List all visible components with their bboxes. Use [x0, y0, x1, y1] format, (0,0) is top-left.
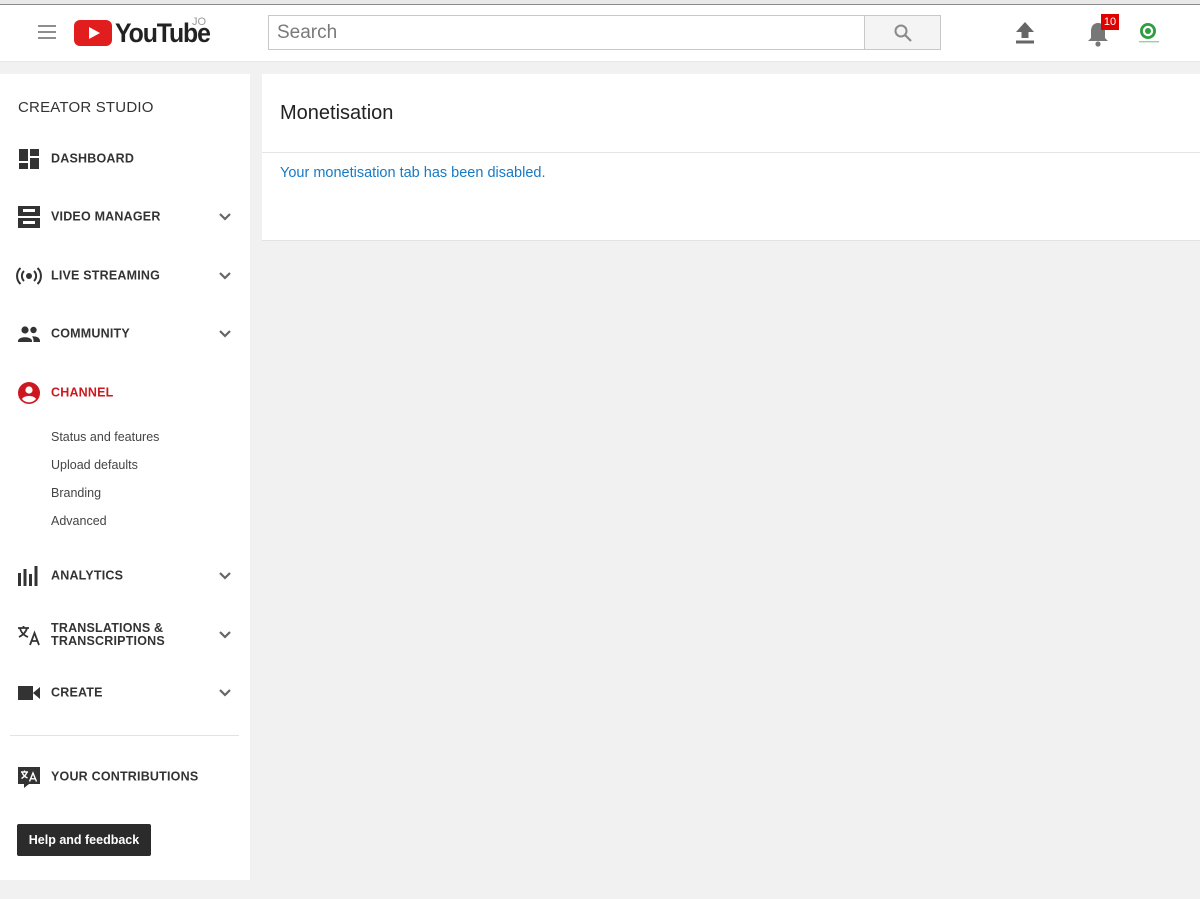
chevron-down-icon[interactable]	[218, 212, 232, 222]
community-icon	[18, 326, 40, 342]
sidebar-item-channel[interactable]: CHANNEL	[0, 373, 250, 413]
dashboard-icon	[19, 149, 39, 169]
sidebar-item-label: LIVE STREAMING	[51, 268, 161, 283]
menu-icon[interactable]	[38, 25, 56, 39]
sidebar-subitem-advanced[interactable]: Advanced	[51, 514, 107, 528]
upload-icon[interactable]	[1014, 21, 1036, 45]
sidebar-item-video-manager[interactable]: VIDEO MANAGER	[0, 197, 250, 237]
create-icon	[18, 686, 40, 700]
search-button[interactable]	[864, 15, 941, 50]
sidebar-item-community[interactable]: COMMUNITY	[0, 314, 250, 354]
page-title: Monetisation	[280, 102, 394, 124]
creator-studio-sidebar: CREATOR STUDIO DASHBOARD VIDEO MANAGER L…	[0, 74, 250, 880]
chevron-down-icon[interactable]	[218, 571, 232, 581]
sidebar-item-label: ANALYTICS	[51, 568, 124, 583]
sidebar-item-create[interactable]: CREATE	[0, 673, 250, 713]
search-input[interactable]	[268, 15, 864, 50]
monetisation-card: Monetisation Your monetisation tab has b…	[262, 74, 1200, 241]
country-code: JO	[192, 16, 207, 28]
translations-label-line2: TRANSCRIPTIONS	[51, 634, 165, 648]
sidebar-item-analytics[interactable]: ANALYTICS	[0, 556, 250, 596]
sidebar-item-label: CREATE	[51, 685, 103, 700]
youtube-play-logo-icon	[74, 20, 112, 46]
sidebar-item-label: COMMUNITY	[51, 326, 130, 341]
video-manager-icon	[18, 206, 40, 228]
sidebar-item-label: CHANNEL	[51, 385, 114, 400]
sidebar-title: CREATOR STUDIO	[18, 99, 154, 116]
channel-icon	[18, 382, 40, 404]
sidebar-subitem-branding[interactable]: Branding	[51, 486, 101, 500]
search-icon	[894, 24, 912, 42]
sidebar-item-label: TRANSLATIONS & TRANSCRIPTIONS	[51, 622, 165, 648]
chevron-down-icon[interactable]	[218, 329, 232, 339]
live-streaming-icon	[16, 267, 42, 285]
search-bar	[268, 15, 941, 50]
sidebar-item-label: YOUR CONTRIBUTIONS	[51, 769, 199, 784]
avatar[interactable]	[1136, 19, 1162, 45]
card-divider	[262, 152, 1200, 153]
contributions-translate-icon	[18, 767, 40, 788]
sidebar-item-your-contributions[interactable]: YOUR CONTRIBUTIONS	[0, 757, 250, 797]
monetisation-status-message: Your monetisation tab has been disabled.	[280, 165, 546, 181]
sidebar-item-live-streaming[interactable]: LIVE STREAMING	[0, 256, 250, 296]
translate-icon	[18, 626, 40, 646]
chevron-down-icon[interactable]	[218, 688, 232, 698]
masthead: YouTube JO 10	[0, 5, 1200, 62]
sidebar-item-label: DASHBOARD	[51, 151, 135, 166]
sidebar-subitem-status-and-features[interactable]: Status and features	[51, 430, 159, 444]
sidebar-item-label: VIDEO MANAGER	[51, 209, 161, 224]
chevron-down-icon[interactable]	[218, 630, 232, 640]
analytics-icon	[18, 566, 38, 586]
chevron-down-icon[interactable]	[218, 271, 232, 281]
sidebar-subitem-upload-defaults[interactable]: Upload defaults	[51, 458, 138, 472]
help-and-feedback-button[interactable]: Help and feedback	[17, 824, 151, 856]
sidebar-item-translations[interactable]: TRANSLATIONS & TRANSCRIPTIONS	[0, 615, 250, 655]
sidebar-item-dashboard[interactable]: DASHBOARD	[0, 139, 250, 179]
translations-label-line1: TRANSLATIONS &	[51, 621, 164, 635]
channel-avatar-icon	[1139, 23, 1159, 43]
notification-count-badge: 10	[1101, 14, 1119, 30]
sidebar-divider	[10, 735, 239, 736]
